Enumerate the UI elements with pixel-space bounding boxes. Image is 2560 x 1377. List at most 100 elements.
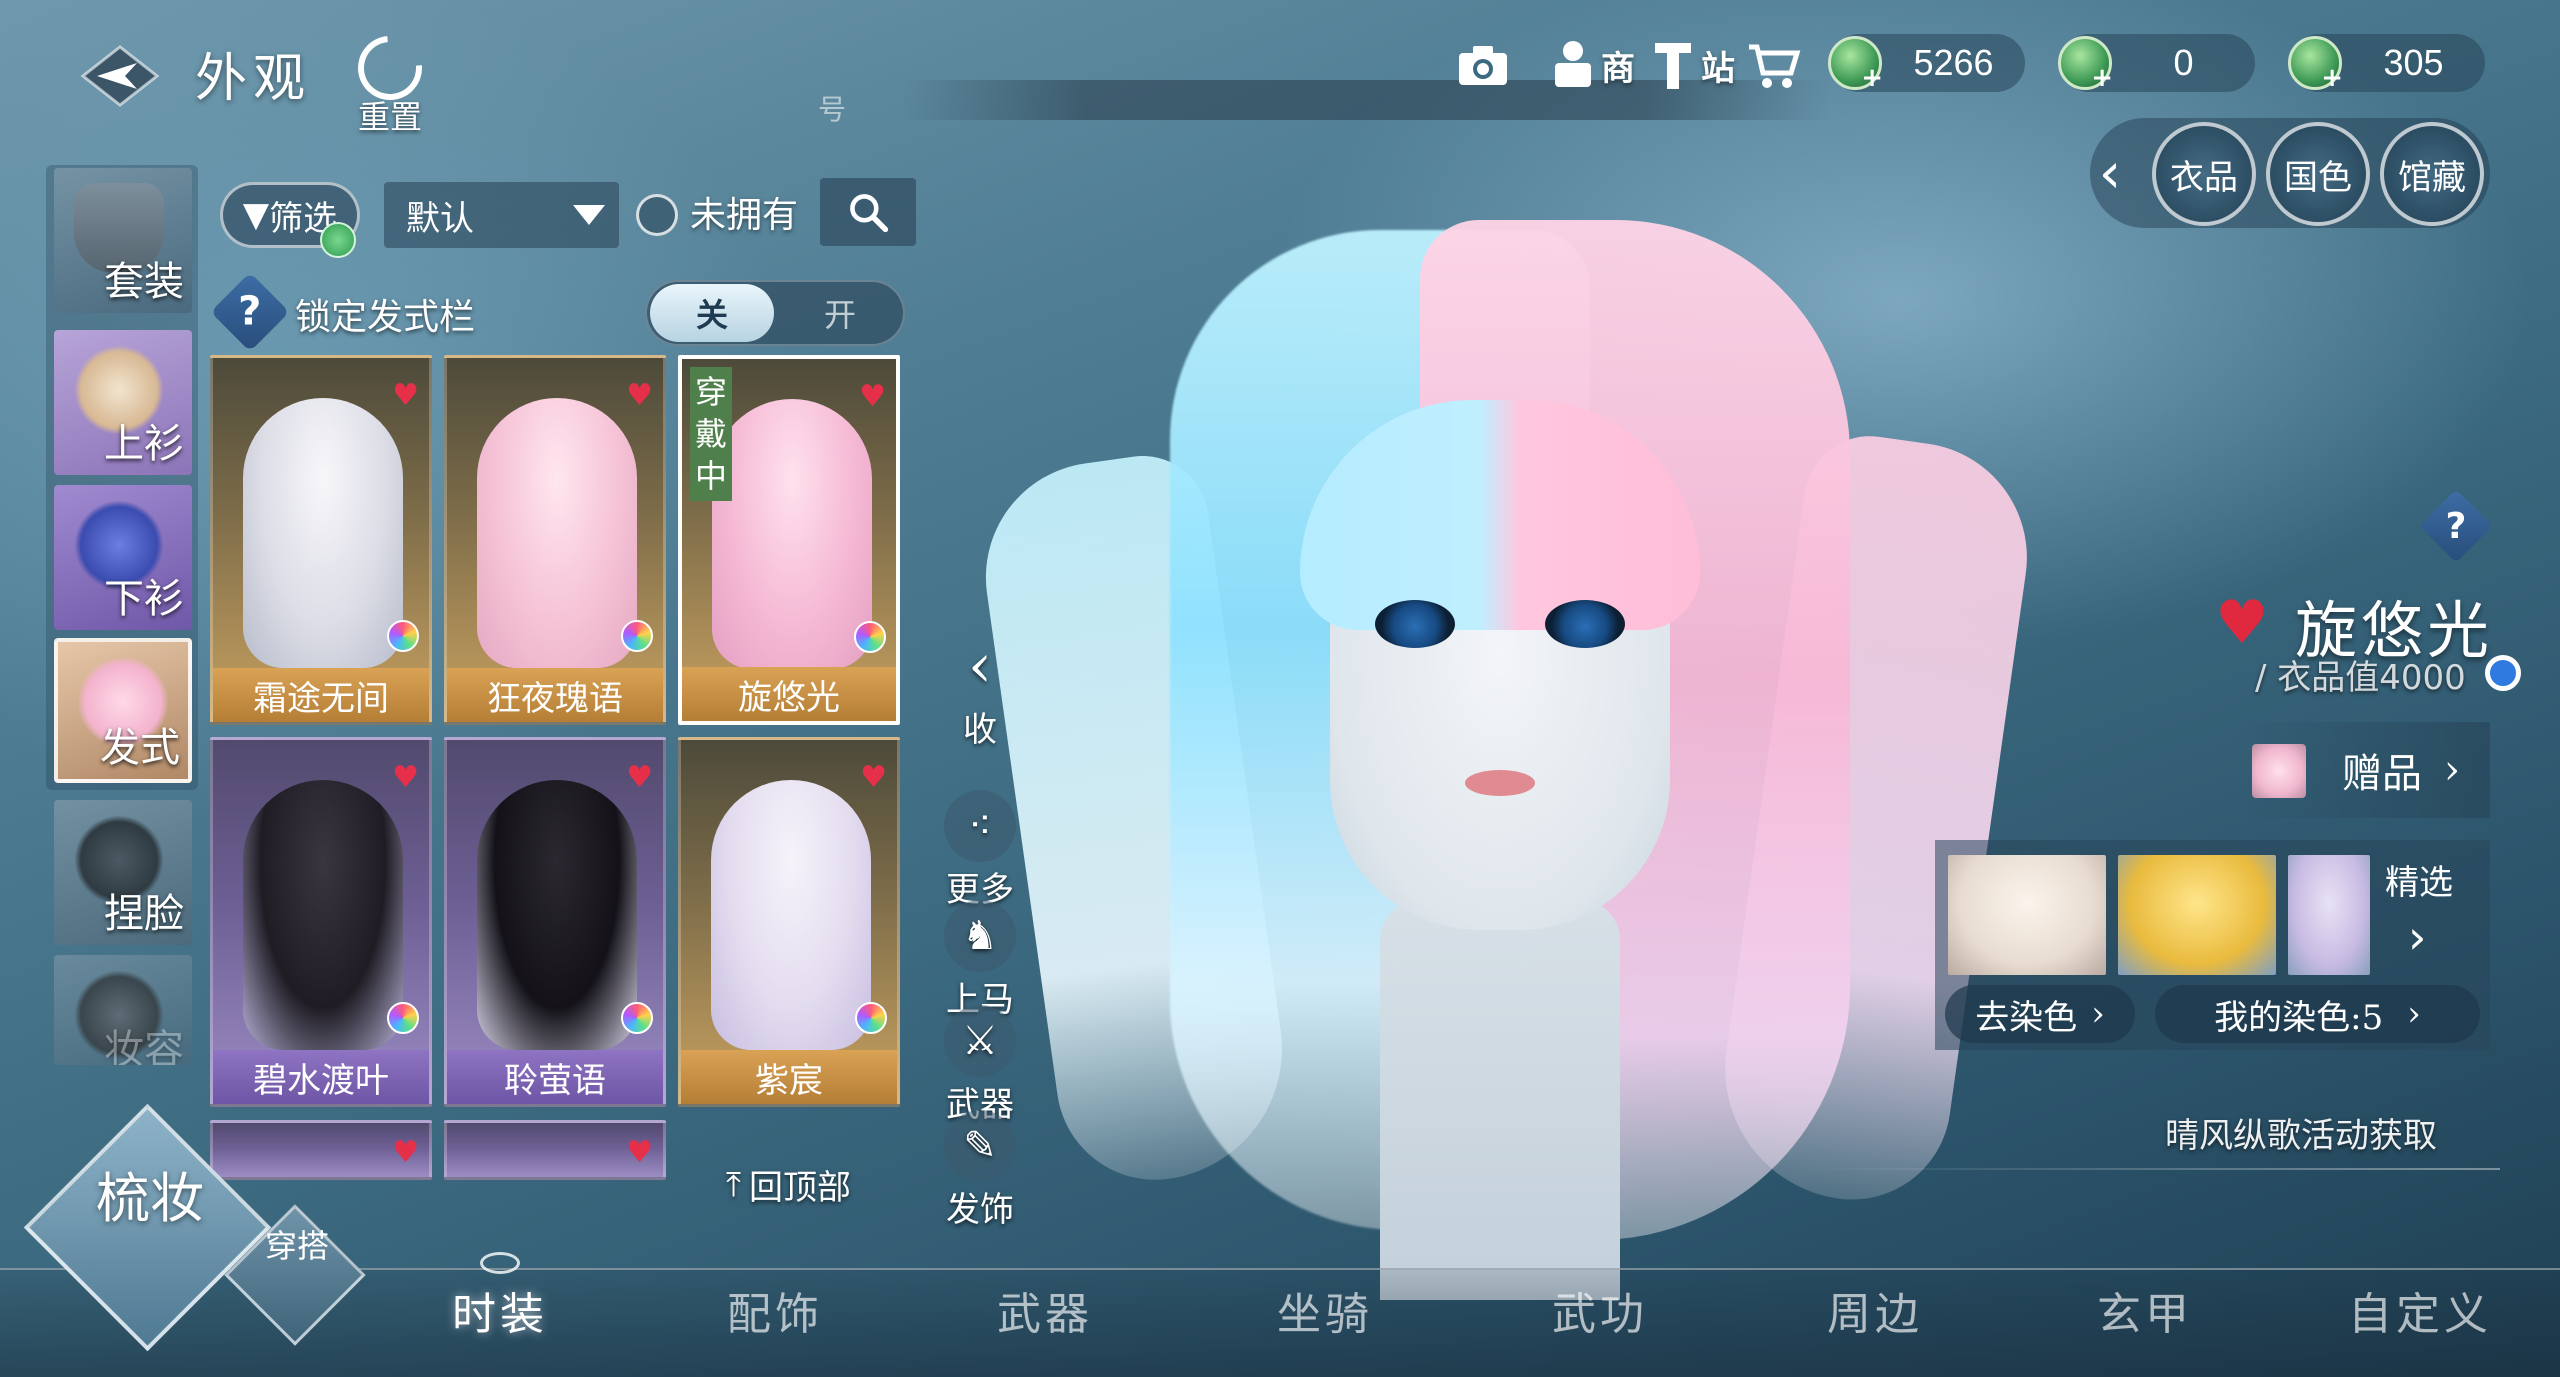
category-label: 下衫 xyxy=(104,576,184,622)
jade-coin-icon xyxy=(1828,36,1883,93)
category-label: 妆容 xyxy=(104,1027,184,1065)
hairstyle-name: 狂夜瑰语 xyxy=(447,668,663,722)
hairstyle-card[interactable]: ♥ 霜途无间 xyxy=(210,355,432,725)
toggle-on-option[interactable]: 开 xyxy=(778,284,902,342)
hairstyle-card[interactable]: ♥ 紫宸 xyxy=(678,737,900,1107)
tab-collection[interactable]: 馆藏 xyxy=(2380,122,2484,226)
hairstyle-card-partial[interactable]: ♥ xyxy=(210,1120,432,1180)
wearing-badge: 穿戴中 xyxy=(690,367,732,501)
tab-mounts[interactable]: 坐骑 xyxy=(1215,1278,1435,1348)
heart-icon[interactable]: ♥ xyxy=(392,1135,419,1170)
tab-custom[interactable]: 自定义 xyxy=(2310,1278,2530,1348)
currency-jade-1[interactable]: 5266 xyxy=(1828,34,2025,93)
cart-button[interactable] xyxy=(1745,30,1805,100)
tab-accessories[interactable]: 配饰 xyxy=(665,1278,885,1348)
search-button[interactable] xyxy=(820,178,916,246)
shop-button[interactable]: 商 xyxy=(1545,30,1635,100)
hairpin-icon: ✎ xyxy=(944,1110,1016,1182)
help-icon[interactable]: ? xyxy=(210,272,290,352)
camera-button[interactable] xyxy=(1455,30,1515,100)
collapse-panel-button[interactable]: ‹ 收 xyxy=(940,630,1020,751)
tab-national-color[interactable]: 国色 xyxy=(2266,122,2370,226)
info-dot-icon[interactable] xyxy=(2485,655,2521,691)
hairstyle-portrait xyxy=(243,398,403,668)
my-dyes-button[interactable]: 我的染色:5 › xyxy=(2155,985,2480,1043)
category-label: 发式 xyxy=(100,725,180,771)
unowned-checkbox[interactable] xyxy=(636,194,678,236)
heart-icon[interactable]: ♥ xyxy=(859,379,886,414)
heart-icon[interactable]: ♥ xyxy=(392,760,419,795)
back-button[interactable] xyxy=(70,36,170,116)
heart-icon[interactable]: ♥ xyxy=(626,760,653,795)
tab-fashion[interactable]: 时装 xyxy=(390,1278,610,1348)
sword-icon: ⚔ xyxy=(944,1005,1016,1077)
tab-martial-arts[interactable]: 武功 xyxy=(1490,1278,1710,1348)
character-lips xyxy=(1465,770,1535,796)
dye-preset-thumbnail[interactable] xyxy=(1948,855,2106,975)
remove-dye-button[interactable]: 去染色 › xyxy=(1945,985,2135,1043)
currency-jade-3[interactable]: 305 xyxy=(2288,34,2485,93)
back-to-top-label: 回顶部 xyxy=(749,1168,852,1208)
heart-icon[interactable]: ♥ xyxy=(860,760,887,795)
more-dots-icon: ⁖ xyxy=(944,790,1016,862)
page-title: 外观 xyxy=(195,49,312,109)
heart-icon[interactable]: ♥ xyxy=(2215,588,2269,658)
category-bottom[interactable]: 下衫 xyxy=(54,485,192,630)
chevron-right-icon: › xyxy=(2091,994,2105,1034)
more-actions-button[interactable]: ⁖ 更多 xyxy=(940,790,1020,911)
hair-ornament-button[interactable]: ✎ 发饰 xyxy=(940,1110,1020,1231)
hairstyle-portrait xyxy=(477,780,637,1050)
dye-palette-icon xyxy=(855,1002,887,1034)
tab-style-score[interactable]: 衣品 xyxy=(2152,122,2256,226)
hairstyle-card-selected[interactable]: 穿戴中 ♥ 旋悠光 xyxy=(678,355,900,725)
category-top[interactable]: 上衫 xyxy=(54,330,192,475)
item-source-text: 晴风纵歌活动获取 xyxy=(2165,1116,2437,1156)
arrow-up-to-top-icon: ⤒ xyxy=(726,1164,742,1205)
category-hairstyle[interactable]: 发式 xyxy=(54,638,192,783)
currency-value: 0 xyxy=(2173,42,2194,83)
heart-icon[interactable]: ♥ xyxy=(626,1135,653,1170)
hairstyle-card[interactable]: ♥ 狂夜瑰语 xyxy=(444,355,666,725)
help-icon[interactable]: ? xyxy=(2419,489,2493,563)
dye-preset-thumbnail[interactable] xyxy=(2288,855,2370,975)
character-neck xyxy=(1380,900,1620,1300)
chevron-right-icon: › xyxy=(2444,747,2460,793)
chevron-down-icon xyxy=(573,205,605,225)
hair-pigtail-left xyxy=(971,447,1299,1193)
tab-armor[interactable]: 玄甲 xyxy=(2035,1278,2255,1348)
hairstyle-name: 霜途无间 xyxy=(213,668,429,722)
hairstyle-card[interactable]: ♥ 聆萤语 xyxy=(444,737,666,1107)
hair-blue-side xyxy=(1170,230,1590,1230)
featured-label[interactable]: 精选 xyxy=(2385,855,2453,904)
chevron-right-icon[interactable]: › xyxy=(2408,910,2426,964)
chevron-left-icon: ‹ xyxy=(968,631,992,701)
dye-preset-thumbnail[interactable] xyxy=(2118,855,2276,975)
my-dyes-label: 我的染色:5 xyxy=(2214,997,2384,1038)
heart-icon[interactable]: ♥ xyxy=(392,378,419,413)
character-preview[interactable] xyxy=(971,200,2042,1300)
tab-peripherals[interactable]: 周边 xyxy=(1765,1278,1985,1348)
cart-icon xyxy=(1749,44,1801,88)
jade-coin-icon xyxy=(2058,36,2113,93)
category-face-sculpt[interactable]: 捏脸 xyxy=(54,800,192,945)
station-button[interactable]: 站 xyxy=(1645,30,1735,100)
currency-jade-2[interactable]: 0 xyxy=(2058,34,2255,93)
hairstyle-card-partial[interactable]: ♥ xyxy=(444,1120,666,1180)
currency-value: 5266 xyxy=(1913,42,1994,83)
category-makeup[interactable]: 妆容 xyxy=(54,955,192,1065)
weapon-button[interactable]: ⚔ 武器 xyxy=(940,1005,1020,1126)
toggle-off-option[interactable]: 关 xyxy=(650,284,774,342)
tab-weapons[interactable]: 武器 xyxy=(935,1278,1155,1348)
reset-button[interactable]: 重置 xyxy=(344,22,436,136)
hairstyle-card[interactable]: ♥ 碧水渡叶 xyxy=(210,737,432,1107)
category-suit[interactable]: 套装 xyxy=(54,168,192,313)
mode-outfit-label: 穿搭 xyxy=(264,1227,329,1265)
mount-button[interactable]: ♞ 上马 xyxy=(940,900,1020,1021)
category-label: 上衫 xyxy=(104,421,184,467)
back-to-top-button[interactable]: ⤒ 回顶部 xyxy=(726,1160,851,1209)
dye-palette-icon xyxy=(854,621,886,653)
heart-icon[interactable]: ♥ xyxy=(626,378,653,413)
ornament-label: 发饰 xyxy=(946,1190,1014,1230)
chevron-left-icon[interactable]: ‹ xyxy=(2085,138,2135,208)
back-arrow-icon xyxy=(80,45,160,107)
